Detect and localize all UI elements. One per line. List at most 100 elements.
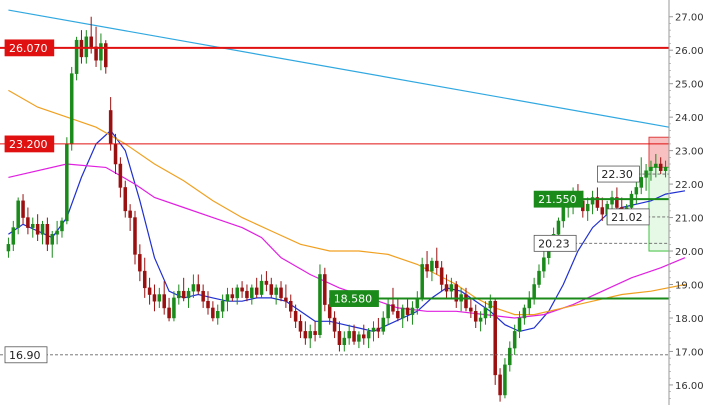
candle-body <box>35 224 40 235</box>
level-label-5: 20.23 <box>538 237 570 250</box>
candle-body <box>201 290 205 302</box>
axis-tick-label: 18.00 <box>675 314 704 325</box>
level-label-6: 18.580 <box>334 293 373 306</box>
candle-body <box>352 331 356 342</box>
candle-body <box>230 294 235 299</box>
candle-body <box>600 207 605 215</box>
candle-body <box>362 334 366 339</box>
candle-body <box>245 290 249 299</box>
level-label-7: 16.90 <box>9 349 41 362</box>
candle-body <box>522 307 527 319</box>
candle-body <box>167 307 171 319</box>
candle-body <box>332 317 337 332</box>
candle-body <box>211 307 215 319</box>
candle-body <box>654 163 658 168</box>
candle-body <box>50 234 55 245</box>
candle-body <box>381 317 386 332</box>
candle-body <box>250 287 254 299</box>
candle-body <box>293 311 298 322</box>
level-label-3: 21.550 <box>538 193 577 206</box>
candle-body <box>99 43 103 61</box>
axis-tick-label: 21.00 <box>675 214 704 225</box>
candle-body <box>483 307 488 319</box>
candle <box>318 264 322 339</box>
candle-body <box>138 254 142 272</box>
candle-body <box>284 297 288 302</box>
candle-body <box>649 167 653 171</box>
candle-body <box>556 220 561 235</box>
candle-body <box>113 143 118 165</box>
candle-body <box>357 334 361 342</box>
candle-body <box>123 187 128 212</box>
candle-body <box>118 163 123 188</box>
candle-body <box>147 287 152 295</box>
candle-body <box>405 307 410 315</box>
axis-tick-label: 25.00 <box>675 80 704 91</box>
candle-body <box>264 280 269 285</box>
candle-body <box>469 307 473 312</box>
candle-body <box>84 36 89 58</box>
candle-body <box>391 304 395 312</box>
axis-tick-label: 16.00 <box>675 381 704 392</box>
candle-body <box>371 327 376 332</box>
candle-body <box>74 39 79 74</box>
candle-body <box>420 264 424 299</box>
candle-body <box>435 260 439 269</box>
candle-body <box>493 300 497 376</box>
candle-body <box>396 311 400 319</box>
candle-body <box>11 227 16 245</box>
candle <box>65 137 69 225</box>
candle-body <box>172 297 176 319</box>
price-chart: 26.070 23.200 22.30 21.550 21.02 20.23 18.580 1… <box>0 0 720 405</box>
candle-body <box>508 347 512 366</box>
candle-body <box>303 331 308 339</box>
level-label-1: 23.200 <box>9 138 48 151</box>
candle-body <box>410 307 415 315</box>
candle-body <box>206 300 210 309</box>
candle-body <box>478 317 483 322</box>
candle-body <box>386 304 390 319</box>
candle-body <box>561 207 566 222</box>
candle-body <box>152 294 157 302</box>
candle <box>323 267 327 312</box>
candle-body <box>430 260 434 272</box>
candle-body <box>400 307 405 319</box>
candle <box>493 297 497 385</box>
candle-body <box>157 294 162 302</box>
axis-tick-label: 26.00 <box>675 46 704 57</box>
candle-body <box>323 274 327 305</box>
axis-tick-label: 20.00 <box>675 247 704 258</box>
axis-tick-label: 19.00 <box>675 281 704 292</box>
candle-body <box>21 200 25 218</box>
candle-body <box>425 264 429 272</box>
candle <box>420 257 424 302</box>
candle <box>74 36 79 81</box>
candle-body <box>318 274 322 335</box>
candle-body <box>181 290 186 299</box>
candle-body <box>503 364 507 396</box>
candle-body <box>342 337 347 346</box>
candle-body <box>45 224 50 245</box>
candle-body <box>196 284 201 292</box>
candle-body <box>259 280 264 295</box>
candle-body <box>89 36 93 48</box>
axis-tick-label: 22.00 <box>675 180 704 191</box>
candle <box>69 66 74 151</box>
candle-body <box>31 224 35 228</box>
candle-body <box>191 284 196 292</box>
candle-body <box>376 327 381 332</box>
candle-body <box>186 290 191 299</box>
candle-body <box>16 200 20 228</box>
candle-body <box>532 284 536 299</box>
candle-body <box>60 220 64 232</box>
candle-body <box>279 287 283 299</box>
candle-body <box>585 203 590 212</box>
candle-body <box>658 163 663 171</box>
price-zone-1 <box>648 166 670 252</box>
candle-body <box>537 270 541 285</box>
level-label-0: 26.070 <box>9 42 48 55</box>
candle-body <box>94 46 98 61</box>
candle-body <box>274 287 278 295</box>
candle-body <box>473 311 478 322</box>
candle-body <box>133 217 137 255</box>
